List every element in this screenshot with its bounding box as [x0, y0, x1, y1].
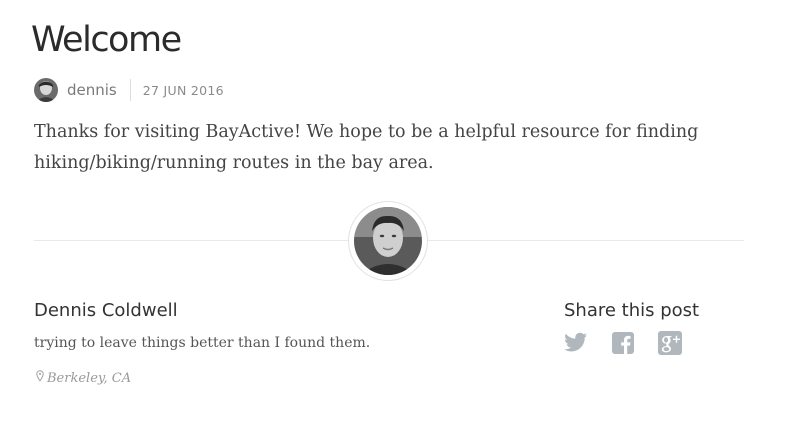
post-title: Welcome — [31, 20, 182, 60]
share-icons — [564, 331, 706, 359]
post-body: Thanks for visiting BayActive! We hope t… — [34, 122, 699, 173]
post-date: 27 JUN 2016 — [142, 82, 224, 98]
author-bio: trying to leave things better than I fou… — [34, 335, 371, 351]
author-photo-frame — [348, 201, 428, 281]
author-location: Berkeley, CA — [36, 369, 131, 389]
author-link[interactable]: dennis — [67, 81, 117, 99]
author-location-text: Berkeley, CA — [47, 371, 132, 386]
twitter-icon[interactable] — [564, 332, 588, 358]
post-meta: dennis 27 JUN 2016 — [34, 77, 224, 103]
author-name: Dennis Coldwell — [34, 300, 178, 321]
share-title: Share this post — [564, 300, 700, 321]
author-photo[interactable] — [354, 207, 422, 275]
author-avatar[interactable] — [34, 78, 58, 102]
google-plus-icon[interactable] — [658, 331, 682, 359]
meta-separator — [129, 79, 131, 101]
location-pin-icon — [36, 369, 44, 389]
facebook-icon[interactable] — [612, 332, 634, 358]
